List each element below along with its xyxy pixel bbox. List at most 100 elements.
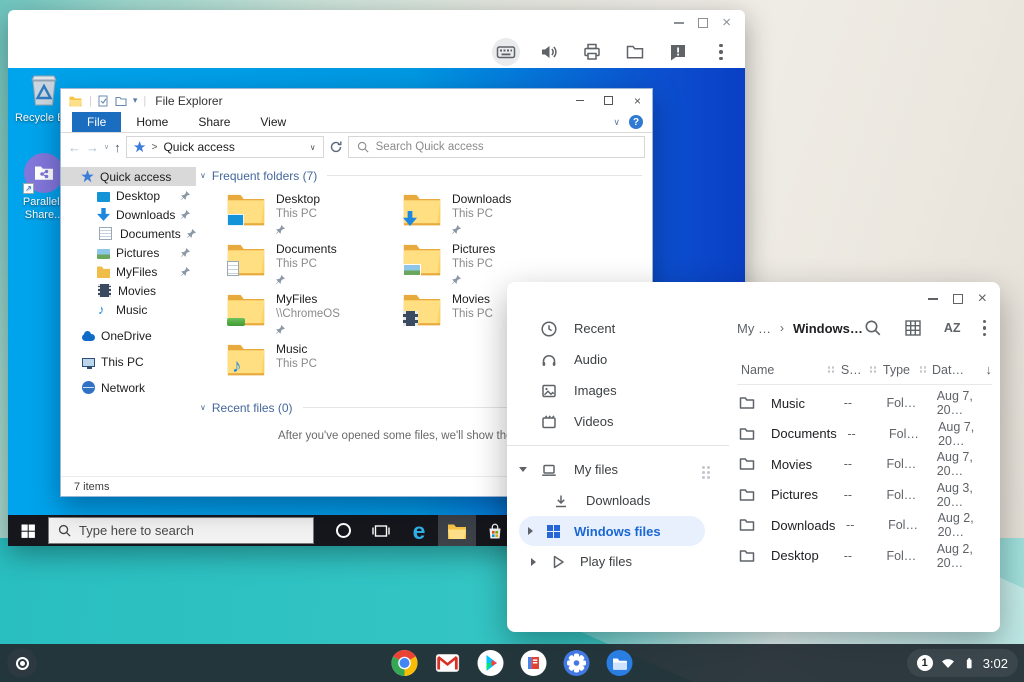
table-row[interactable]: Downloads -- Fol… Aug 2, 20… xyxy=(737,510,992,541)
table-row[interactable]: Music -- Fol… Aug 7, 20… xyxy=(737,388,992,419)
sidebar-item-windows-files[interactable]: Windows files xyxy=(519,516,705,546)
folder-tile[interactable]: Documents This PC xyxy=(226,242,402,292)
edge-button[interactable]: e xyxy=(400,515,438,546)
sidebar-item-images[interactable]: Images xyxy=(507,375,729,406)
search-icon[interactable] xyxy=(864,319,882,337)
more-menu-icon[interactable] xyxy=(707,38,735,66)
cortana-button[interactable] xyxy=(324,515,362,546)
column-date[interactable]: Dat… xyxy=(932,363,983,377)
notification-badge[interactable]: 1 xyxy=(916,655,933,671)
tab-view[interactable]: View xyxy=(245,112,301,132)
sidebar-item-play-files[interactable]: Play files xyxy=(507,546,729,577)
table-row[interactable]: Documents -- Fol… Aug 7, 20… xyxy=(737,419,992,450)
maximize-button[interactable] xyxy=(952,294,963,304)
volume-icon[interactable] xyxy=(535,38,563,66)
column-size[interactable]: S… xyxy=(841,363,871,377)
folder-tile[interactable]: Desktop This PC xyxy=(226,192,402,242)
play-store-button[interactable] xyxy=(477,649,505,677)
folder-icon[interactable] xyxy=(621,38,649,66)
sidebar-item-documents[interactable]: Documents xyxy=(61,224,196,243)
sidebar-item-desktop[interactable]: Desktop xyxy=(61,186,196,205)
grid-view-icon[interactable] xyxy=(904,319,922,337)
sidebar-item-label: Documents xyxy=(120,226,181,241)
table-row[interactable]: Movies -- Fol… Aug 7, 20… xyxy=(737,449,992,480)
minimize-button[interactable] xyxy=(674,22,685,24)
drag-handle[interactable] xyxy=(702,465,705,469)
folder-tile[interactable]: Music This PC xyxy=(226,342,402,392)
minimize-button[interactable] xyxy=(927,298,938,300)
taskbar-search-input[interactable]: Type here to search xyxy=(48,517,314,544)
more-menu-icon[interactable] xyxy=(982,319,986,337)
files-app-button[interactable] xyxy=(606,649,634,677)
collapse-chevron-icon[interactable]: ∨ xyxy=(200,171,206,180)
sidebar-item-onedrive[interactable]: OneDrive xyxy=(61,326,196,345)
table-row[interactable]: Desktop -- Fol… Aug 2, 20… xyxy=(737,541,992,572)
sidebar-item-quick-access[interactable]: Quick access xyxy=(61,167,196,186)
tab-share[interactable]: Share xyxy=(183,112,245,132)
sidebar-item-movies[interactable]: Movies xyxy=(61,281,196,300)
close-button[interactable]: × xyxy=(722,15,731,30)
expand-chevron-icon[interactable] xyxy=(519,467,527,472)
sidebar-item-videos[interactable]: Videos xyxy=(507,406,729,437)
sidebar-item-recent[interactable]: Recent xyxy=(507,313,729,344)
breadcrumb[interactable]: > Quick access ∨ xyxy=(125,136,324,158)
table-row[interactable]: Pictures -- Fol… Aug 3, 20… xyxy=(737,480,992,511)
chrome-button[interactable] xyxy=(391,649,419,677)
start-button[interactable] xyxy=(8,515,48,546)
sidebar-item-my-files[interactable]: My files xyxy=(507,454,729,485)
folder-tile[interactable]: Downloads This PC xyxy=(402,192,578,242)
expand-ribbon-chevron-icon[interactable]: ∨ xyxy=(613,117,620,128)
maximize-button[interactable] xyxy=(604,96,613,105)
close-button[interactable]: × xyxy=(623,94,652,108)
keyboard-icon[interactable] xyxy=(492,38,520,66)
close-button[interactable]: × xyxy=(978,290,987,308)
print-icon[interactable] xyxy=(578,38,606,66)
sidebar-item-audio[interactable]: Audio xyxy=(507,344,729,375)
column-resize-handle[interactable] xyxy=(919,366,922,369)
settings-button[interactable] xyxy=(563,649,591,677)
expand-chevron-icon[interactable] xyxy=(528,527,533,535)
minimize-button[interactable] xyxy=(576,100,584,101)
sidebar-item-myfiles[interactable]: MyFiles xyxy=(61,262,196,281)
column-name[interactable]: Name xyxy=(741,363,828,377)
back-button[interactable]: ← xyxy=(68,140,81,155)
file-explorer-button[interactable] xyxy=(438,515,476,546)
column-resize-handle[interactable] xyxy=(828,366,831,369)
sidebar-item-downloads[interactable]: Downloads xyxy=(61,205,196,224)
gmail-button[interactable] xyxy=(434,649,462,677)
refresh-icon[interactable] xyxy=(329,140,343,154)
sidebar-item-network[interactable]: Network xyxy=(61,378,196,397)
sidebar-item-this-pc[interactable]: This PC xyxy=(61,352,196,371)
explorer-search-input[interactable]: Search Quick access xyxy=(347,136,645,158)
sort-direction-icon[interactable]: ↓ xyxy=(986,362,993,377)
tab-file[interactable]: File xyxy=(72,112,122,132)
help-icon[interactable]: ? xyxy=(629,115,643,129)
expand-chevron-icon[interactable] xyxy=(531,557,536,566)
sidebar-item-downloads[interactable]: Downloads xyxy=(507,485,729,516)
folder-tile[interactable]: MyFiles \\ChromeOS xyxy=(226,292,402,342)
sidebar-item-music[interactable]: Music xyxy=(61,300,196,319)
new-folder-icon[interactable] xyxy=(115,95,127,107)
tab-home[interactable]: Home xyxy=(121,112,183,132)
status-tray[interactable]: 1 3:02 xyxy=(906,649,1018,677)
frequent-folders-header[interactable]: ∨ Frequent folders (7) xyxy=(200,167,642,184)
breadcrumb-current[interactable]: Windows… xyxy=(793,321,863,336)
quick-access-toolbar-chevron-icon[interactable]: ▾ xyxy=(133,95,138,106)
breadcrumb-parent[interactable]: My … xyxy=(737,321,771,336)
launcher-button[interactable] xyxy=(7,648,37,678)
address-dropdown-chevron-icon[interactable]: ∨ xyxy=(310,143,316,152)
sidebar-item-pictures[interactable]: Pictures xyxy=(61,243,196,262)
collapse-chevron-icon[interactable]: ∨ xyxy=(200,403,206,412)
report-icon[interactable] xyxy=(664,38,692,66)
sort-icon[interactable]: AZ xyxy=(944,321,961,335)
column-type[interactable]: Type xyxy=(883,363,920,377)
task-view-button[interactable] xyxy=(362,515,400,546)
maximize-button[interactable] xyxy=(698,18,709,28)
column-resize-handle[interactable] xyxy=(870,366,873,369)
play-books-button[interactable] xyxy=(520,649,548,677)
up-button[interactable]: ↑ xyxy=(114,140,121,155)
history-chevron-icon[interactable]: ∨ xyxy=(104,143,109,151)
breadcrumb-location[interactable]: Quick access xyxy=(163,140,234,154)
properties-icon[interactable] xyxy=(98,95,109,107)
forward-button[interactable]: → xyxy=(86,140,99,155)
